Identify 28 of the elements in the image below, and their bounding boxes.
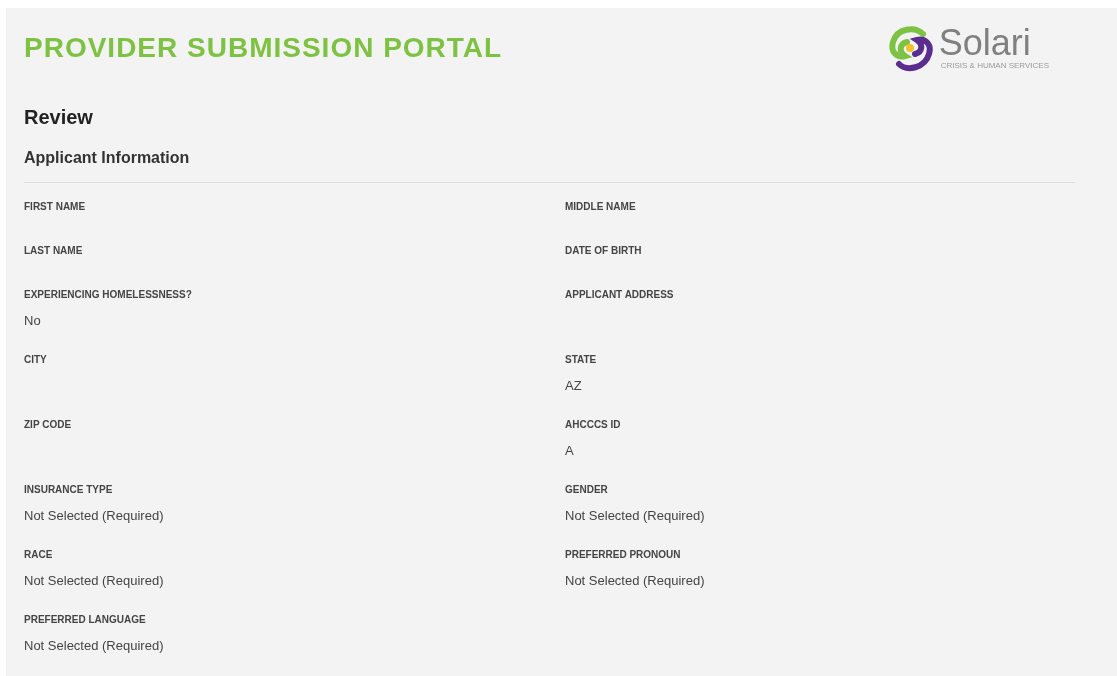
field-label: PREFERRED LANGUAGE [24, 613, 146, 627]
page-heading: Review [24, 106, 93, 128]
field-label: CITY [24, 353, 47, 367]
field-value: A [565, 442, 574, 460]
field-label: STATE [565, 353, 597, 367]
field-value: Not Selected (Required) [24, 507, 164, 525]
logo-name: Solari [938, 25, 1031, 61]
field-label: INSURANCE TYPE [24, 483, 113, 497]
field-label: EXPERIENCING HOMELESSNESS? [24, 288, 192, 302]
field-label: MIDDLE NAME [565, 200, 636, 214]
field-label: APPLICANT ADDRESS [565, 288, 674, 302]
field-label: LAST NAME [24, 244, 83, 258]
field-value: No [24, 312, 41, 330]
field-label: RACE [24, 548, 53, 562]
field-label: AHCCCS ID [565, 418, 621, 432]
field-label: PREFERRED PRONOUN [565, 548, 681, 562]
field-value: Not Selected (Required) [24, 572, 164, 590]
field-label: GENDER [565, 483, 608, 497]
field-value: AZ [565, 377, 582, 395]
field-value: Not Selected (Required) [565, 507, 705, 525]
field-label: DATE OF BIRTH [565, 244, 642, 258]
portal-title: PROVIDER SUBMISSION PORTAL [24, 31, 503, 65]
field-label: FIRST NAME [24, 200, 86, 214]
section-heading: Applicant Information [24, 149, 190, 166]
logo-tagline: CRISIS & HUMAN SERVICES [940, 61, 1049, 71]
field-value: Not Selected (Required) [24, 637, 164, 655]
field-label: ZIP CODE [24, 418, 72, 432]
field-value: Not Selected (Required) [565, 572, 705, 590]
